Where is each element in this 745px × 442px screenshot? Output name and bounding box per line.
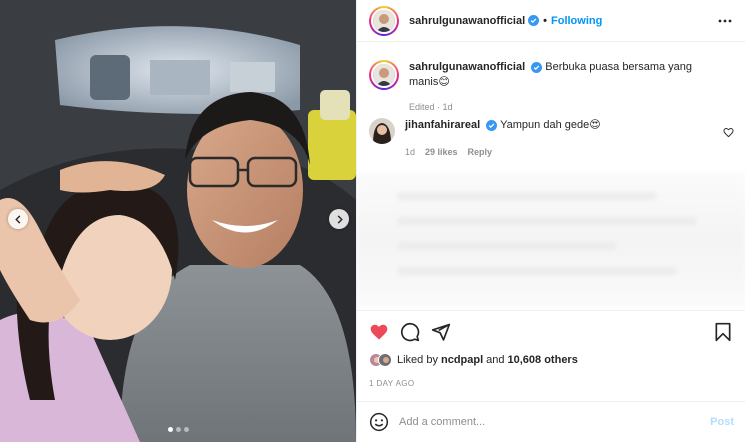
verified-badge-icon xyxy=(528,15,540,26)
caption: sahrulgunawanofficial Berbuka puasa bers… xyxy=(369,60,719,115)
header-username[interactable]: sahrulgunawanofficial xyxy=(409,15,525,27)
action-bar xyxy=(357,310,745,354)
caption-avatar[interactable] xyxy=(369,60,399,90)
comment-input[interactable] xyxy=(399,416,699,428)
comment-icon[interactable] xyxy=(400,322,420,342)
post-photo xyxy=(0,0,356,442)
reply-button[interactable]: Reply xyxy=(468,145,493,160)
header-separator: • xyxy=(543,14,547,27)
post-button[interactable]: Post xyxy=(710,416,734,428)
comment-composer: Post xyxy=(357,401,745,442)
following-button[interactable]: Following xyxy=(551,15,602,27)
post-sidebar: sahrulgunawanofficial • Following sahrul… xyxy=(356,0,745,442)
carousel-indicator xyxy=(0,427,356,432)
chevron-left-icon xyxy=(14,214,20,224)
caption-username[interactable]: sahrulgunawanofficial xyxy=(409,61,525,73)
comment-like-heart-icon[interactable] xyxy=(723,127,734,138)
likes-count[interactable]: 10,608 others xyxy=(508,354,578,366)
avatar[interactable] xyxy=(369,5,399,36)
comment-avatar[interactable] xyxy=(369,118,395,144)
next-slide-button[interactable] xyxy=(329,209,349,229)
carousel-dot-active xyxy=(167,427,173,432)
likes-summary: Liked by ncdpapl and 10,608 others xyxy=(369,353,578,367)
liked-by-label: Liked by xyxy=(397,354,438,366)
liker-avatar[interactable] xyxy=(378,353,392,367)
chevron-right-icon xyxy=(337,214,343,224)
comment-time: 1d xyxy=(405,147,416,157)
avatar-image xyxy=(369,118,395,144)
carousel-dot xyxy=(183,427,189,432)
share-icon[interactable] xyxy=(431,322,451,342)
post-media[interactable] xyxy=(0,0,356,442)
loading-comments-placeholder xyxy=(357,172,745,307)
comment-username[interactable]: jihanfahirareal xyxy=(405,119,480,131)
heart-icon[interactable] xyxy=(369,322,389,342)
bookmark-icon[interactable] xyxy=(714,322,732,342)
avatar-image xyxy=(373,9,395,32)
carousel-dot xyxy=(175,427,181,432)
avatar-image xyxy=(373,64,395,86)
post-modal: sahrulgunawanofficial • Following sahrul… xyxy=(0,0,745,442)
emoji-icon[interactable] xyxy=(369,412,389,432)
liked-by-and: and xyxy=(486,354,505,366)
more-icon[interactable] xyxy=(718,14,732,28)
comment-likes[interactable]: 29 likes xyxy=(425,145,458,160)
verified-badge-icon xyxy=(531,61,543,73)
comments-section[interactable]: sahrulgunawanofficial Berbuka puasa bers… xyxy=(357,42,745,310)
caption-meta: Edited · 1d xyxy=(409,102,453,112)
comment-text: Yampun dah gede😍 xyxy=(500,119,601,131)
post-header: sahrulgunawanofficial • Following xyxy=(357,0,745,42)
comment-item: jihanfahirareal Yampun dah gede😍 1d 29 l… xyxy=(369,118,739,160)
liked-by-user[interactable]: ncdpapl xyxy=(441,354,483,366)
verified-badge-icon xyxy=(486,119,498,131)
post-date[interactable]: 1 DAY AGO xyxy=(369,379,415,388)
previous-slide-button[interactable] xyxy=(8,209,28,229)
comment-meta: 1d 29 likes Reply xyxy=(405,145,715,160)
